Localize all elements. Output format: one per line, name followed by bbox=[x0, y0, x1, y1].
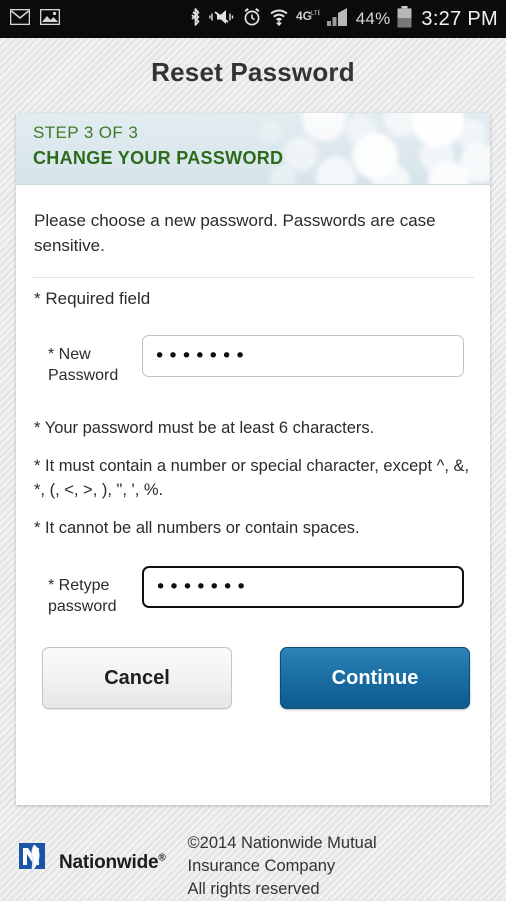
nationwide-logo: Nationwide® bbox=[0, 826, 166, 883]
retype-password-label-line2: password bbox=[48, 598, 117, 615]
nationwide-wordmark: Nationwide® bbox=[59, 852, 166, 874]
svg-text:LTE: LTE bbox=[311, 11, 320, 17]
status-bar: 4G LTE 44% 3:27 PM bbox=[0, 0, 506, 38]
step-header: STEP 3 OF 3 CHANGE YOUR PASSWORD bbox=[16, 113, 490, 185]
wifi-icon bbox=[269, 7, 289, 32]
photo-icon bbox=[39, 8, 61, 30]
page-title: Reset Password bbox=[151, 56, 355, 87]
continue-button[interactable]: Continue bbox=[280, 647, 470, 709]
registered-trademark-symbol: ® bbox=[158, 852, 166, 864]
gmail-icon bbox=[9, 8, 31, 30]
battery-icon bbox=[397, 5, 412, 33]
bluetooth-icon bbox=[189, 7, 202, 32]
copyright-text: ©2014 Nationwide Mutual Insurance Compan… bbox=[188, 826, 377, 901]
intro-text: Please choose a new password. Passwords … bbox=[34, 211, 436, 255]
new-password-label-line1: * New bbox=[48, 346, 91, 363]
new-password-row: * New Password ••••••• bbox=[32, 335, 474, 386]
required-field-note: * Required field bbox=[34, 289, 151, 308]
new-password-label: * New Password bbox=[32, 335, 142, 386]
status-bar-notification-icons bbox=[9, 8, 61, 30]
copyright-line-1: ©2014 Nationwide Mutual bbox=[187, 834, 377, 852]
new-password-input[interactable]: ••••••• bbox=[142, 335, 464, 377]
nationwide-eagle-icon bbox=[18, 842, 52, 883]
password-rule: * It must contain a number or special ch… bbox=[34, 457, 470, 499]
retype-password-label-line1: * Retype bbox=[48, 577, 110, 594]
password-rule: * Your password must be at least 6 chara… bbox=[34, 419, 375, 437]
retype-password-value: ••••••• bbox=[155, 575, 249, 598]
svg-text:4G: 4G bbox=[296, 9, 312, 23]
page-footer: Nationwide® ©2014 Nationwide Mutual Insu… bbox=[0, 812, 506, 900]
copyright-line-2: Insurance Company bbox=[187, 857, 336, 875]
alarm-clock-icon bbox=[242, 7, 262, 32]
battery-percent-label: 44% bbox=[355, 9, 391, 28]
step-header-text: STEP 3 OF 3 CHANGE YOUR PASSWORD bbox=[16, 113, 490, 170]
new-password-label-line2: Password bbox=[48, 367, 119, 384]
new-password-value: ••••••• bbox=[154, 344, 248, 367]
clock-label: 3:27 PM bbox=[421, 7, 498, 30]
retype-password-label: * Retype password bbox=[32, 566, 142, 617]
copyright-line-3: All rights reserved bbox=[187, 880, 320, 898]
retype-password-row: * Retype password ••••••• bbox=[32, 566, 474, 617]
retype-password-input[interactable]: ••••••• bbox=[142, 566, 464, 608]
vibrate-mute-icon bbox=[209, 7, 235, 32]
cancel-button[interactable]: Cancel bbox=[42, 647, 232, 709]
password-rules-list: * Your password must be at least 6 chara… bbox=[32, 416, 474, 540]
password-rule: * It cannot be all numbers or contain sp… bbox=[34, 519, 360, 537]
nationwide-wordmark-text: Nationwide bbox=[59, 851, 159, 873]
4g-lte-icon: 4G LTE bbox=[296, 7, 322, 32]
status-bar-system-icons: 4G LTE 44% 3:27 PM bbox=[189, 5, 498, 33]
reset-password-card: STEP 3 OF 3 CHANGE YOUR PASSWORD Please … bbox=[16, 113, 490, 805]
step-counter-label: STEP 3 OF 3 bbox=[33, 123, 139, 142]
signal-bars-icon bbox=[326, 7, 349, 32]
card-body: Please choose a new password. Passwords … bbox=[16, 185, 490, 709]
action-button-row: Cancel Continue bbox=[32, 647, 474, 709]
phone-screen: 4G LTE 44% 3:27 PM Reset Password STEP 3… bbox=[0, 0, 506, 900]
step-title-label: CHANGE YOUR PASSWORD bbox=[33, 148, 284, 168]
